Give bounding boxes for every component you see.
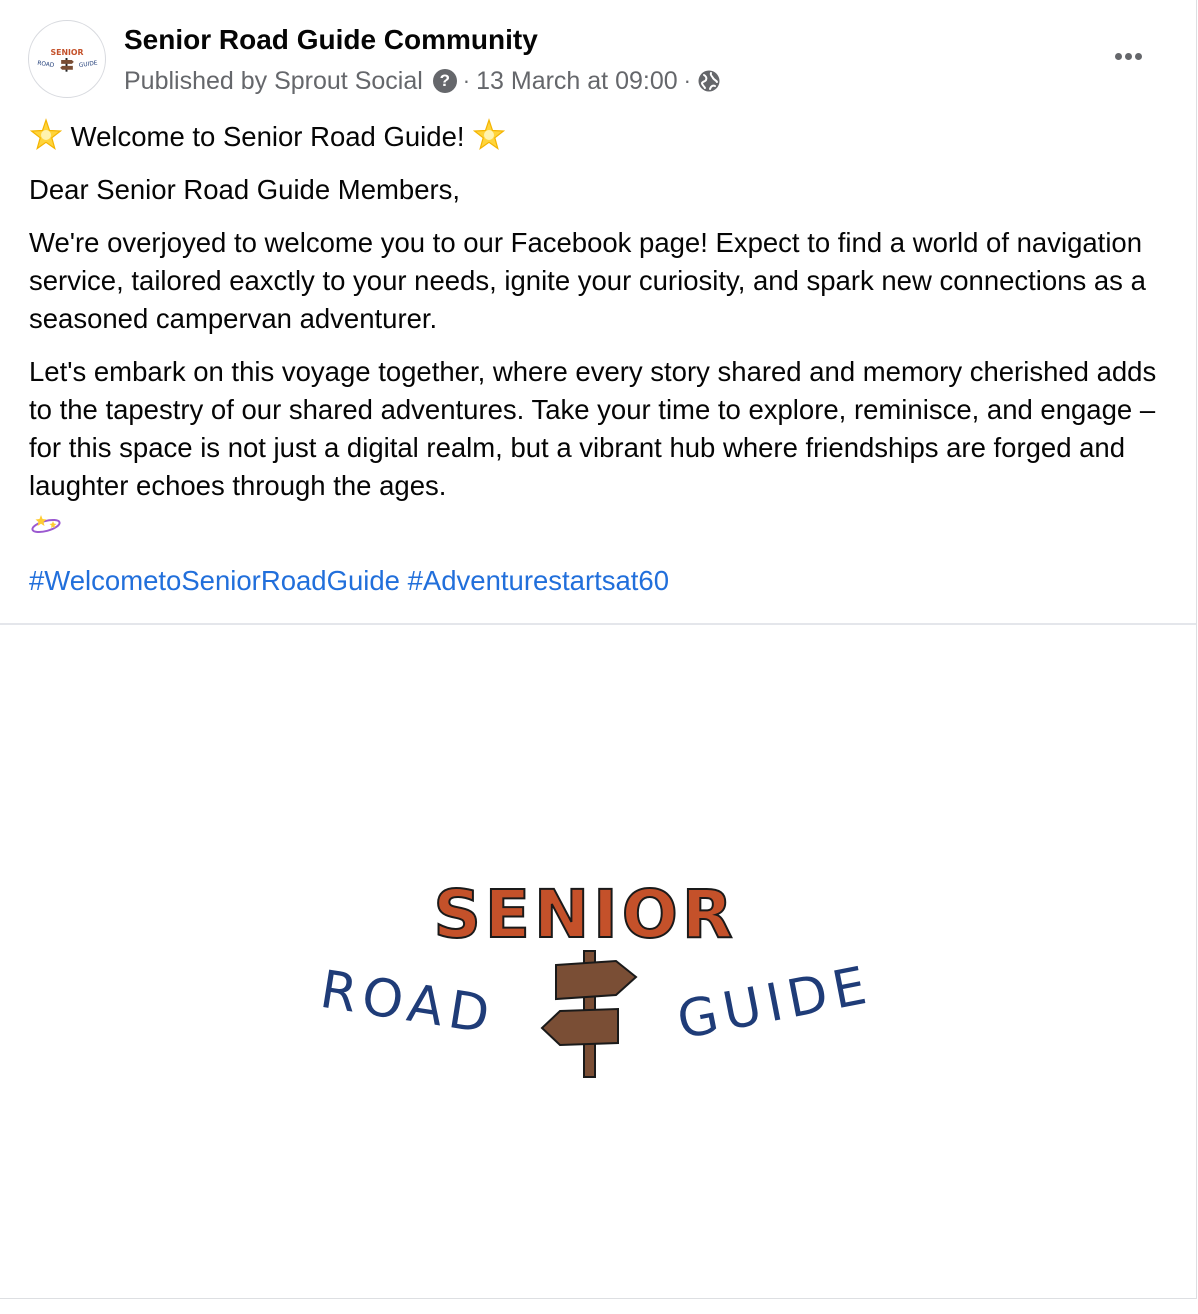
logo-guide-text: GUIDE: [673, 955, 877, 1051]
post-card: SENIOR ROAD GUIDE Senior Road Guide Comm…: [0, 0, 1197, 1299]
paragraph-1: We're overjoyed to welcome you to our Fa…: [29, 227, 1146, 334]
published-by-text: Published by Sprout Social: [124, 66, 423, 95]
paragraph-2: Let's embark on this voyage together, wh…: [29, 353, 1169, 543]
logo-road-text: ROAD: [316, 960, 499, 1047]
hashtag-link[interactable]: #Adventurestartsat60: [408, 565, 669, 596]
paragraph-2-text: Let's embark on this voyage together, wh…: [29, 356, 1157, 501]
glowing-star-icon: [29, 118, 63, 150]
more-options-button[interactable]: [1100, 36, 1156, 76]
sparkles-icon: [31, 515, 61, 534]
avatar-logo-guide: GUIDE: [79, 61, 99, 70]
page-avatar[interactable]: SENIOR ROAD GUIDE: [28, 20, 106, 98]
glowing-star-icon: [473, 118, 506, 150]
page-name-link[interactable]: Senior Road Guide Community: [124, 24, 538, 56]
hashtag-link[interactable]: #WelcometoSeniorRoadGuide: [29, 565, 400, 596]
post-meta: Published by Sprout Social ? · 13 March …: [124, 64, 721, 98]
avatar-logo-image: SENIOR ROAD GUIDE: [37, 48, 99, 72]
signpost-icon: [540, 950, 638, 1078]
post-header: SENIOR ROAD GUIDE Senior Road Guide Comm…: [0, 0, 1196, 110]
meta-separator: ·: [462, 68, 471, 93]
welcome-line: Welcome to Senior Road Guide!: [29, 118, 1169, 156]
logo-senior-text: SENIOR: [433, 876, 736, 953]
question-mark-icon[interactable]: ?: [432, 69, 457, 93]
welcome-text: Welcome to Senior Road Guide!: [70, 121, 465, 152]
post-body: Welcome to Senior Road Guide! Dear Senio…: [29, 118, 1169, 543]
globe-icon[interactable]: [697, 69, 721, 93]
hashtag-list: #WelcometoSeniorRoadGuide #Adventurestar…: [29, 562, 669, 600]
post-timestamp[interactable]: 13 March at 09:00: [476, 67, 678, 96]
meta-separator: ·: [683, 68, 691, 93]
senior-road-guide-logo: SENIOR ROAD GUIDE: [316, 875, 877, 1078]
avatar-logo-road: ROAD: [37, 61, 55, 69]
ellipsis-icon: [1114, 52, 1122, 60]
post-image[interactable]: SENIOR ROAD GUIDE: [0, 625, 1196, 1297]
avatar-logo-senior: SENIOR: [51, 48, 84, 57]
greeting-text: Dear Senior Road Guide Members,: [29, 174, 461, 205]
